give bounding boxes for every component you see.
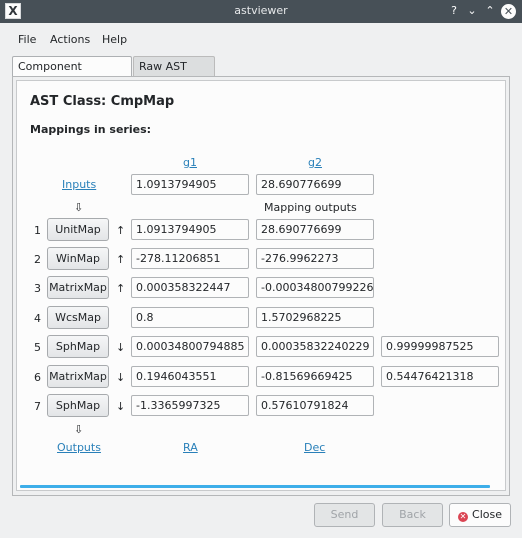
back-button[interactable]: Back	[382, 503, 443, 527]
row-number: 6	[34, 371, 41, 384]
column-header-g1[interactable]: g1	[183, 156, 197, 169]
sphmap-button[interactable]: SphMap	[47, 394, 109, 417]
menu-help[interactable]: Help	[102, 33, 127, 46]
mappings-title: Mappings in series:	[30, 123, 152, 136]
matrixmap-button[interactable]: MatrixMap	[47, 365, 109, 388]
row-number: 1	[34, 224, 41, 237]
row6-value-g2[interactable]: -0.81569669425	[256, 366, 374, 387]
window-title: astviewer	[234, 4, 288, 17]
close-icon: ✕	[458, 512, 469, 522]
row1-value-g2[interactable]: 28.690776699	[256, 219, 374, 240]
unitmap-button[interactable]: UnitMap	[47, 218, 109, 241]
row5-value-g1[interactable]: 0.00034800794885	[131, 336, 249, 357]
row-number: 5	[34, 341, 41, 354]
row3-value-g2[interactable]: -0.00034800799226	[256, 277, 374, 298]
winmap-button[interactable]: WinMap	[47, 247, 109, 270]
up-arrow-icon: ↑	[116, 224, 126, 237]
row-number: 2	[34, 253, 41, 266]
row2-value-g2[interactable]: -276.9962273	[256, 248, 374, 269]
wcsmap-button[interactable]: WcsMap	[47, 306, 109, 329]
row7-value-g2[interactable]: 0.57610791824	[256, 395, 374, 416]
close-window-icon[interactable]: ✕	[501, 4, 516, 19]
mapping-outputs-label: Mapping outputs	[264, 201, 357, 214]
column-header-g2[interactable]: g2	[308, 156, 322, 169]
tab-component-mappings[interactable]: Component Mappings	[12, 56, 132, 92]
row7-value-g1[interactable]: -1.3365997325	[131, 395, 249, 416]
down-arrow-icon: ⇩	[74, 201, 84, 214]
down-small-arrow-icon: ↓	[116, 371, 126, 384]
row2-value-g1[interactable]: -278.11206851	[131, 248, 249, 269]
row4-value-g1[interactable]: 0.8	[131, 307, 249, 328]
minimize-icon[interactable]: ⌄	[463, 2, 481, 20]
help-icon[interactable]: ?	[445, 2, 463, 20]
row4-value-g2[interactable]: 1.5702968225	[256, 307, 374, 328]
sphmap-button[interactable]: SphMap	[47, 335, 109, 358]
menu-file[interactable]: File	[18, 33, 36, 46]
inputs-link[interactable]: Inputs	[62, 178, 96, 191]
down-small-arrow-icon: ↓	[116, 341, 126, 354]
close-button[interactable]: ✕ Close	[449, 503, 511, 527]
output-ra-link[interactable]: RA	[183, 441, 198, 454]
close-label: Close	[472, 508, 502, 521]
row1-value-g1[interactable]: 1.0913794905	[131, 219, 249, 240]
row5-value-g3[interactable]: 0.99999987525	[381, 336, 499, 357]
up-arrow-icon: ↑	[116, 282, 126, 295]
down-arrow-icon: ⇩	[74, 423, 84, 436]
menu-actions[interactable]: Actions	[50, 33, 90, 46]
matrixmap-button[interactable]: MatrixMap	[47, 276, 109, 299]
input-g2-field[interactable]: 28.690776699	[256, 174, 374, 195]
outputs-link[interactable]: Outputs	[57, 441, 101, 454]
row-number: 3	[34, 282, 41, 295]
down-small-arrow-icon: ↓	[116, 400, 126, 413]
row-number: 4	[34, 312, 41, 325]
send-button[interactable]: Send	[314, 503, 375, 527]
progress-bar	[20, 485, 490, 488]
class-title: AST Class: CmpMap	[30, 94, 175, 109]
output-dec-link[interactable]: Dec	[304, 441, 325, 454]
row6-value-g1[interactable]: 0.1946043551	[131, 366, 249, 387]
title-bar: X astviewer ? ⌄ ⌃ ✕	[0, 0, 522, 23]
maximize-icon[interactable]: ⌃	[481, 2, 499, 20]
tab-raw-ast-data[interactable]: Raw AST data	[133, 56, 215, 92]
row6-value-g3[interactable]: 0.54476421318	[381, 366, 499, 387]
row5-value-g2[interactable]: 0.00035832240229	[256, 336, 374, 357]
up-arrow-icon: ↑	[116, 253, 126, 266]
row-number: 7	[34, 400, 41, 413]
row3-value-g1[interactable]: 0.000358322447	[131, 277, 249, 298]
input-g1-field[interactable]: 1.0913794905	[131, 174, 249, 195]
